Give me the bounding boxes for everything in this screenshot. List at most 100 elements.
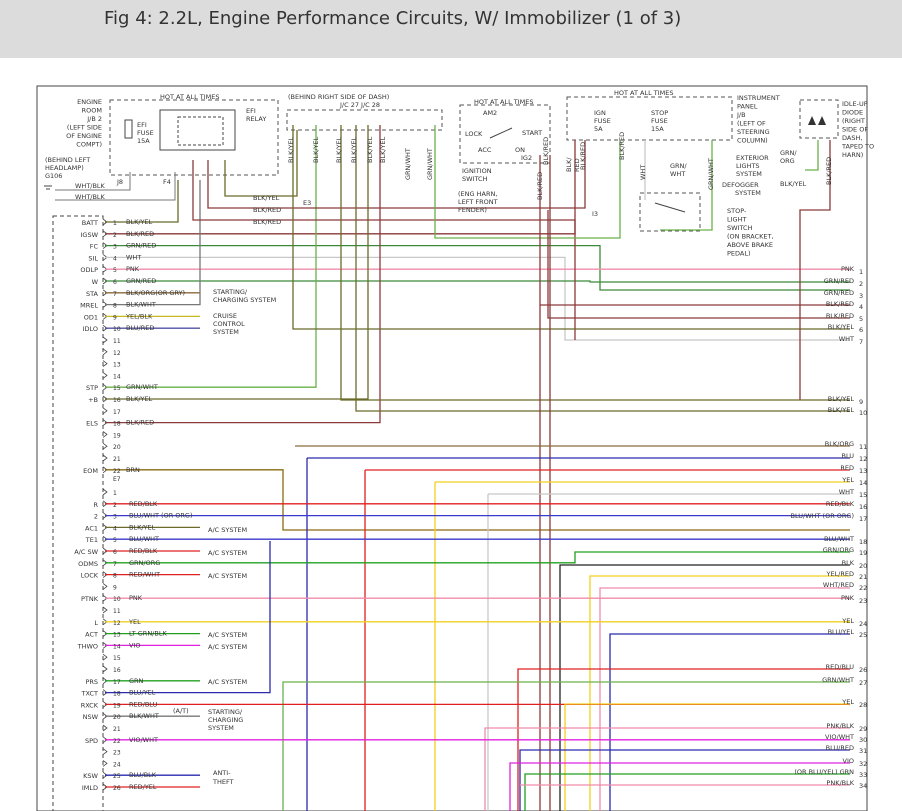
ecm-wire-label: BLK/WHT	[129, 712, 159, 720]
wire	[805, 140, 819, 171]
ecm-wire-label: GRN/WHT	[126, 383, 158, 391]
right-wire-label: BLU/YEL	[828, 628, 855, 636]
ecm-wire-label: RED/BLK	[129, 547, 158, 555]
ecm-pin-name: IGSW	[80, 231, 98, 239]
starting-charging-label: CHARGING SYSTEM	[213, 296, 276, 304]
right-wire-number: 27	[859, 679, 867, 687]
ecm-wire-label: BLU/WHT (OR ORG)	[129, 512, 193, 520]
ecm-wire-label: BLU/BLK	[129, 771, 157, 779]
connector-chevron	[102, 606, 108, 614]
right-wire-number: 16	[859, 503, 867, 511]
ecm-pin-number: 21	[113, 456, 121, 463]
connector-chevron	[102, 372, 108, 379]
right-wire-label: (OR BLU/YEL) GRN	[794, 768, 854, 776]
ecm-pin-number: 25	[113, 773, 121, 780]
engine-room-jb-label: J/B 2	[86, 115, 102, 123]
connector-chevron	[102, 360, 108, 367]
ecm-pin-number: 20	[113, 714, 121, 721]
stop-light-switch-contact	[654, 202, 686, 213]
ecm-pin-name: W	[92, 278, 99, 286]
ecm-pin-name: 2	[94, 513, 98, 521]
ecm-wire-label: LT GRN/BLK	[129, 630, 167, 638]
right-wire-number: 29	[859, 725, 867, 733]
ecm-pin-name: LOCK	[81, 572, 99, 580]
right-wire-number: 28	[859, 701, 867, 709]
wire	[282, 681, 850, 811]
ecm-pin-number: 4	[113, 255, 117, 262]
right-wire-number: 23	[859, 597, 867, 605]
exterior-lights-label: SYSTEM	[736, 170, 762, 178]
right-wire-label: VIO/WHT	[825, 733, 854, 741]
starting-charging-label: STARTING/	[213, 288, 248, 296]
ecm-wire-label: RED/WHT	[129, 571, 160, 579]
ecm-wire-label: BLK/WHT	[126, 301, 156, 309]
ecm-wire-label: BLU/WHT	[129, 535, 159, 543]
ecm-pin-name: ODLP	[80, 266, 98, 274]
right-wire-number: 18	[859, 538, 867, 546]
wire	[547, 210, 850, 319]
right-wire-label: BLK/ORG	[825, 440, 854, 448]
acc-label: ACC	[478, 146, 492, 154]
at-label: (A/T)	[173, 707, 189, 715]
diode-icon	[818, 116, 826, 125]
wire	[105, 469, 850, 531]
right-wire-number: 30	[859, 736, 867, 744]
efi-relay-box	[159, 109, 236, 151]
right-wire-number: 34	[859, 782, 867, 790]
jc-label: J/C 27 J/C 28	[339, 101, 380, 109]
splice-label: E3	[303, 199, 311, 207]
wire-label: BLK/YEL	[780, 180, 807, 188]
stop-fuse-label: FUSE	[651, 117, 668, 125]
ecm-wire-label: GRN/RED	[126, 277, 156, 285]
ecm-pin-number: 13	[113, 632, 121, 639]
ecm-pin-name: KSW	[83, 772, 98, 780]
ecm-pin-number: 8	[113, 303, 117, 310]
wire-label: BLK/YEL	[253, 194, 280, 202]
right-wire-label: GRN/RED	[824, 277, 854, 285]
on-label: ON	[515, 146, 525, 154]
splice-location-label: FENDER)	[458, 206, 487, 214]
ig2-label: IG2	[521, 154, 532, 162]
ecm-pin-number: 14	[113, 373, 121, 380]
instrument-panel-jb-label: J/B	[736, 111, 746, 119]
ignition-switch-label: IGNITION	[462, 167, 492, 175]
right-wire-number: 11	[859, 443, 867, 451]
wire	[105, 125, 369, 400]
defogger-label: DEFOGGER	[722, 181, 759, 189]
connector-chevron	[102, 583, 108, 590]
ecm-pin-name: SIL	[88, 254, 98, 262]
ecm-wire-label: RED/BLK	[129, 500, 158, 508]
ign-fuse-label: IGN	[594, 109, 606, 117]
ground-id-label: G106	[45, 172, 62, 180]
ecm-pin-number: 15	[113, 655, 121, 662]
ecm-pin-number: 6	[113, 549, 117, 556]
ecm-pin-number: 9	[113, 314, 117, 321]
ecm-pin-number: 3	[113, 244, 117, 251]
ecm-pin-number: 19	[113, 702, 121, 709]
ecm-pin-name: OD1	[84, 313, 98, 321]
wire-label: BLK/RED	[253, 218, 281, 226]
starting-charging-label: STARTING/	[208, 708, 243, 716]
connector-label: E7	[113, 476, 121, 483]
ecm-pin-number: 18	[113, 421, 121, 428]
connector-chevron	[102, 724, 108, 732]
stop-fuse-label: STOP	[651, 109, 668, 117]
right-wire-number: 6	[859, 326, 863, 334]
anti-theft-label: THEFT	[212, 778, 234, 786]
ecm-pin-number: 18	[113, 691, 121, 698]
vertical-wire-label: BLK/YEL	[379, 136, 387, 163]
ecm-wire-label: BLK/YEL	[126, 395, 153, 403]
stop-light-switch-label: STOP-	[727, 207, 747, 215]
ac-system-label: A/C SYSTEM	[208, 526, 247, 534]
ecm-pin-number: 21	[113, 726, 121, 733]
ecm-pin-name: FC	[90, 243, 99, 251]
ac-system-label: A/C SYSTEM	[208, 549, 247, 557]
right-wire-number: 7	[859, 338, 863, 346]
ecm-pin-name: TXCT	[81, 690, 98, 698]
wire-label: WHT/BLK	[75, 193, 106, 201]
ecm-wire-label: GRN/ORG	[129, 559, 160, 567]
ecm-pin-number: 8	[113, 573, 117, 580]
stop-light-switch-label: ABOVE BRAKE	[727, 241, 773, 249]
starting-charging-label: CHARGING	[208, 716, 243, 724]
right-wire-number: 2	[859, 280, 863, 288]
